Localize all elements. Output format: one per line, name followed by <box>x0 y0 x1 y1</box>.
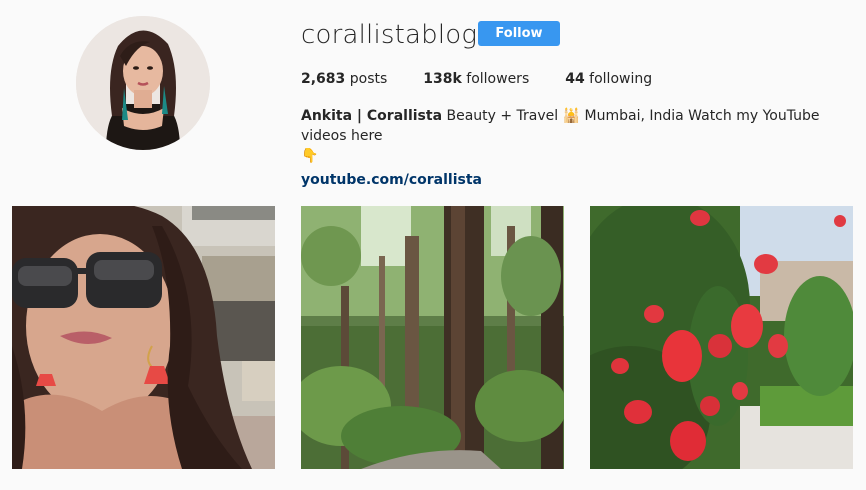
post-image-selfie <box>12 206 275 469</box>
profile-bio: Ankita | Corallista Beauty + Travel 🕌 Mu… <box>301 106 853 190</box>
post-image-flowers <box>590 206 853 469</box>
profile-stats: 2,683 posts 138k followers 44 following <box>301 70 688 88</box>
profile-avatar[interactable] <box>76 16 210 150</box>
post-tile[interactable] <box>12 206 275 469</box>
profile-username: corallistablog <box>301 20 478 50</box>
avatar-photo <box>76 16 210 150</box>
follow-button[interactable]: Follow <box>478 21 560 46</box>
stat-following[interactable]: 44 following <box>565 70 652 88</box>
stat-followers[interactable]: 138k followers <box>423 70 529 88</box>
bio-name: Ankita | Corallista <box>301 108 443 124</box>
following-count: 44 <box>565 71 585 87</box>
posts-label: posts <box>349 71 388 87</box>
bio-link[interactable]: youtube.com/corallista <box>301 170 853 190</box>
followers-label: followers <box>466 71 530 87</box>
posts-count: 2,683 <box>301 71 346 87</box>
following-label: following <box>589 71 653 87</box>
stat-posts: 2,683 posts <box>301 70 387 88</box>
pointing-down-icon: 👇 <box>301 148 319 164</box>
followers-count: 138k <box>423 71 462 87</box>
post-tile[interactable] <box>590 206 853 469</box>
post-image-forest <box>301 206 564 469</box>
post-tile[interactable] <box>301 206 564 469</box>
